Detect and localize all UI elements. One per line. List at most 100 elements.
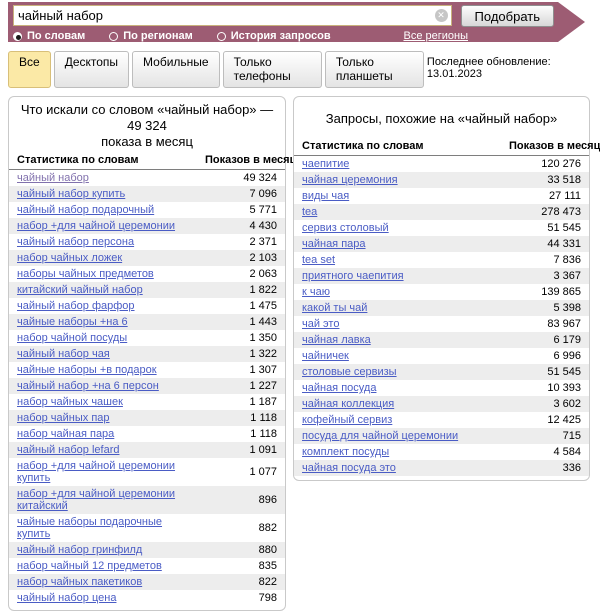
keyword-link[interactable]: чайная лавка: [302, 334, 371, 346]
search-input[interactable]: [13, 5, 452, 26]
table-row: чайная лавка 6 179: [294, 332, 589, 348]
keyword-link[interactable]: набор чайной посуды: [17, 332, 127, 344]
keyword-link[interactable]: приятного чаепития: [302, 270, 404, 282]
left-title-line1: Что искали со словом «чайный набор» — 49…: [19, 102, 275, 134]
keyword-link[interactable]: чайный набор чая: [17, 348, 110, 360]
keyword-link[interactable]: чайная церемония: [302, 174, 398, 186]
keyword-link[interactable]: чайничек: [302, 350, 349, 362]
mode-radio[interactable]: По регионам: [109, 30, 192, 42]
impressions-value: 882: [197, 514, 285, 542]
keyword-link[interactable]: чайный набор фарфор: [17, 300, 135, 312]
table-row: чайная коллекция 3 602: [294, 396, 589, 412]
keyword-link[interactable]: набор чайная пара: [17, 428, 114, 440]
keyword-link[interactable]: набор чайных чашек: [17, 396, 123, 408]
keyword-link[interactable]: китайский чайный набор: [17, 284, 143, 296]
table-row: столовые сервизы 51 545: [294, 364, 589, 380]
keyword-link[interactable]: сервиз столовый: [302, 222, 389, 234]
keyword-link[interactable]: чайная пара: [302, 238, 366, 250]
left-panel-title: Что искали со словом «чайный набор» — 49…: [9, 102, 285, 152]
device-tab[interactable]: Все: [8, 51, 51, 88]
left-title-line2: показа в месяц: [19, 134, 275, 150]
device-tab[interactable]: Только планшеты: [325, 51, 424, 88]
device-tab[interactable]: Мобильные: [132, 51, 220, 88]
keyword-link[interactable]: чайные наборы +в подарок: [17, 364, 157, 376]
impressions-value: 7 836: [501, 252, 589, 268]
keyword-link[interactable]: чайные наборы +на 6: [17, 316, 128, 328]
table-row: набор чайных пакетиков 822: [9, 574, 285, 590]
keyword-link[interactable]: наборы чайных предметов: [17, 268, 154, 280]
keyword-link[interactable]: чай это: [302, 318, 339, 330]
keyword-link[interactable]: набор чайных ложек: [17, 252, 122, 264]
impressions-value: 51 545: [501, 220, 589, 236]
keyword-link[interactable]: чайный набор +на 6 персон: [17, 380, 159, 392]
column-header-words: Статистика по словам: [9, 152, 197, 170]
keyword-link[interactable]: набор +для чайной церемонии купить: [17, 460, 175, 484]
table-row: набор +для чайной церемонии купить 1 077: [9, 458, 285, 486]
impressions-value: 1 475: [197, 298, 285, 314]
search-input-wrap: ✕: [13, 5, 452, 26]
keyword-link[interactable]: чайная посуда: [302, 382, 376, 394]
keyword-link[interactable]: набор +для чайной церемонии китайский: [17, 488, 175, 512]
impressions-value: 1 077: [197, 458, 285, 486]
impressions-value: 6 996: [501, 348, 589, 364]
clear-icon[interactable]: ✕: [435, 9, 448, 22]
device-tab[interactable]: Десктопы: [54, 51, 129, 88]
keyword-link[interactable]: какой ты чай: [302, 302, 367, 314]
impressions-value: 798: [197, 590, 285, 606]
impressions-value: 83 967: [501, 316, 589, 332]
table-row: чайная пара 44 331: [294, 236, 589, 252]
keyword-link[interactable]: набор чайных пакетиков: [17, 576, 142, 588]
keyword-link[interactable]: чайный набор гринфилд: [17, 544, 142, 556]
table-row: чайная церемония 33 518: [294, 172, 589, 188]
table-row: чайные наборы +на 6 1 443: [9, 314, 285, 330]
table-row: чайный набор купить 7 096: [9, 186, 285, 202]
keyword-link[interactable]: набор +для чайной церемонии: [17, 220, 175, 232]
keyword-link[interactable]: чайный набор подарочный: [17, 204, 154, 216]
table-row: чаепитие 120 276: [294, 156, 589, 173]
left-keywords-table: Статистика по словам Показов в месяц? ча…: [9, 152, 285, 606]
impressions-value: 27 111: [501, 188, 589, 204]
submit-button[interactable]: Подобрать: [461, 5, 554, 27]
keyword-link[interactable]: чайный набор: [17, 172, 89, 184]
right-keywords-table: Статистика по словам Показов в месяц? ча…: [294, 138, 589, 476]
keyword-link[interactable]: набор чайный 12 предметов: [17, 560, 162, 572]
table-row: чайный набор подарочный 5 771: [9, 202, 285, 218]
keyword-link[interactable]: tea set: [302, 254, 335, 266]
keyword-link[interactable]: посуда для чайной церемонии: [302, 430, 458, 442]
mode-radio[interactable]: История запросов: [217, 30, 331, 42]
device-tab[interactable]: Только телефоны: [223, 51, 322, 88]
impressions-value: 33 518: [501, 172, 589, 188]
keyword-link[interactable]: чайный набор персона: [17, 236, 134, 248]
keyword-link[interactable]: набор чайных пар: [17, 412, 110, 424]
keyword-link[interactable]: к чаю: [302, 286, 330, 298]
impressions-value: 835: [197, 558, 285, 574]
mode-label: По словам: [27, 30, 85, 42]
keyword-link[interactable]: чайный набор lefard: [17, 444, 119, 456]
keyword-link[interactable]: чаепитие: [302, 158, 349, 170]
keyword-link[interactable]: чайный набор купить: [17, 188, 125, 200]
mode-radio[interactable]: По словам: [13, 30, 85, 42]
impressions-header-label: Показов в месяц: [509, 140, 600, 152]
left-panel: Что искали со словом «чайный набор» — 49…: [8, 96, 286, 611]
mode-label: История запросов: [231, 30, 331, 42]
impressions-value: 1 118: [197, 426, 285, 442]
keyword-link[interactable]: чайная посуда это: [302, 462, 396, 474]
right-panel-title: Запросы, похожие на «чайный набор»: [294, 102, 589, 138]
table-row: чайный набор персона 2 371: [9, 234, 285, 250]
keyword-link[interactable]: чайные наборы подарочные купить: [17, 516, 162, 540]
all-regions-link[interactable]: Все регионы: [403, 30, 468, 42]
keyword-link[interactable]: tea: [302, 206, 317, 218]
table-row: посуда для чайной церемонии 715: [294, 428, 589, 444]
table-row: набор чайный 12 предметов 835: [9, 558, 285, 574]
keyword-link[interactable]: чайный набор цена: [17, 592, 116, 604]
keyword-link[interactable]: комплект посуды: [302, 446, 389, 458]
impressions-value: 44 331: [501, 236, 589, 252]
impressions-value: 2 063: [197, 266, 285, 282]
keyword-link[interactable]: столовые сервизы: [302, 366, 397, 378]
table-row: набор чайных чашек 1 187: [9, 394, 285, 410]
keyword-link[interactable]: чайная коллекция: [302, 398, 394, 410]
keyword-link[interactable]: кофейный сервиз: [302, 414, 392, 426]
keyword-link[interactable]: виды чая: [302, 190, 349, 202]
impressions-value: 5 398: [501, 300, 589, 316]
impressions-value: 10 393: [501, 380, 589, 396]
